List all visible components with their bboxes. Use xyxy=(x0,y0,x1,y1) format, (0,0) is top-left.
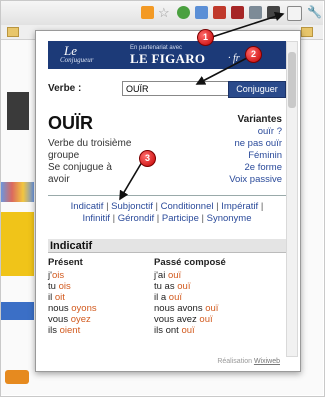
arrow-1 xyxy=(211,11,285,38)
callout-3-icon: 3 xyxy=(139,150,156,167)
arrow-2 xyxy=(195,57,248,85)
annotation-arrows xyxy=(119,11,285,201)
arrow-3 xyxy=(119,161,143,201)
callout-2-icon: 2 xyxy=(245,46,262,63)
callout-1-icon: 1 xyxy=(197,29,214,46)
